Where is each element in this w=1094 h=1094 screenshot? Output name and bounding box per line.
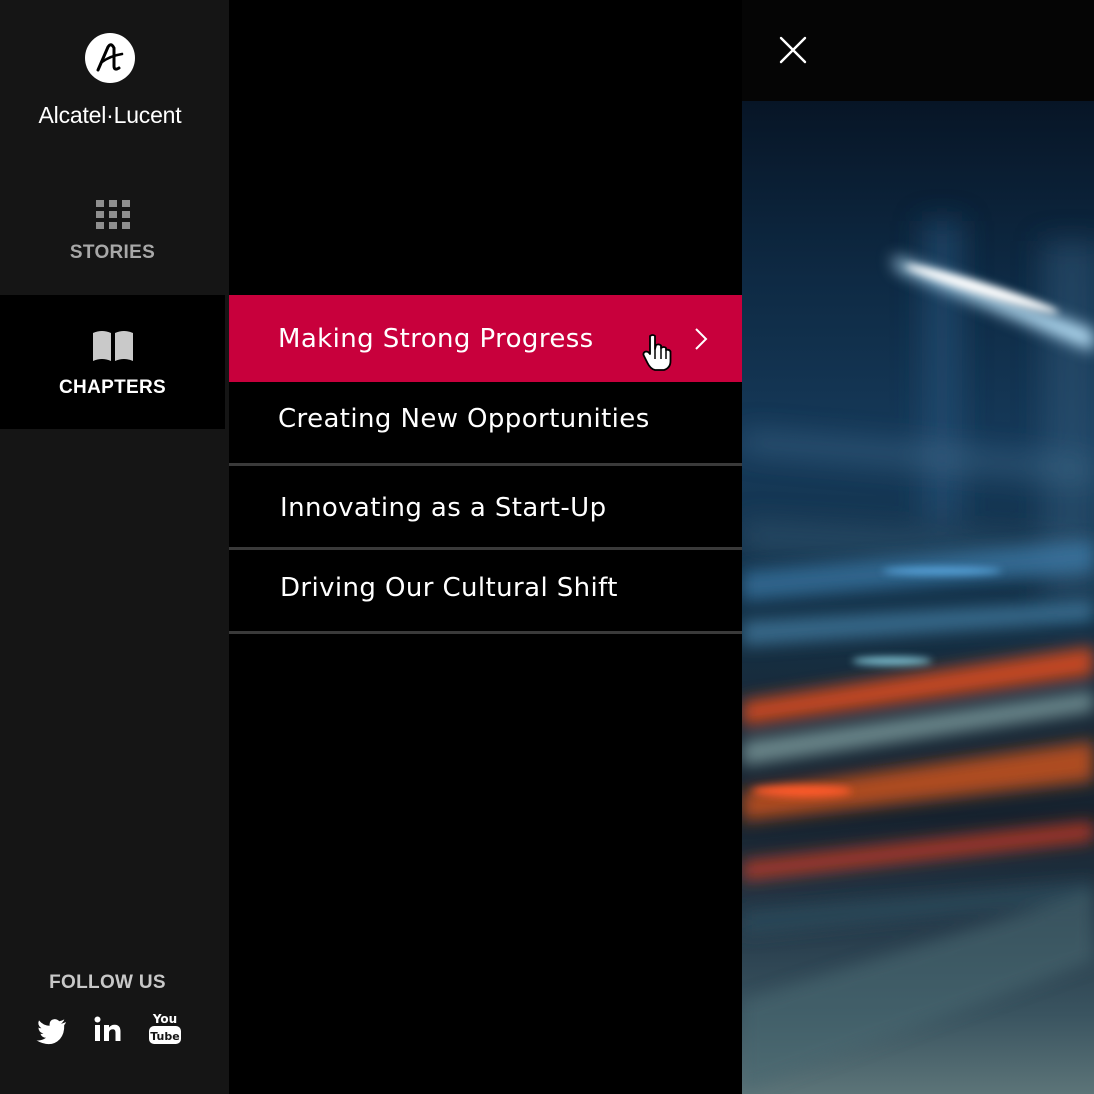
brand-name: Alcatel·Lucent: [38, 102, 182, 128]
nav-chapters[interactable]: CHAPTERS: [0, 295, 225, 429]
alcatel-lucent-logo-icon: [85, 33, 135, 83]
twitter-icon: [36, 1019, 66, 1045]
nav-stories-label: STORIES: [69, 242, 156, 263]
svg-text:Tube: Tube: [150, 1030, 179, 1043]
brand-logo[interactable]: Alcatel·Lucent: [0, 32, 220, 129]
youtube-icon: You Tube: [149, 1012, 181, 1044]
sidebar: Alcatel·Lucent STORIES CHAPTERS FOLLOW U…: [0, 0, 229, 1094]
hand-pointer-cursor-icon: [642, 334, 672, 371]
youtube-link[interactable]: You Tube: [147, 1010, 183, 1050]
open-book-icon: [92, 331, 133, 361]
chapters-menu: Making Strong Progress Creating New Oppo…: [229, 0, 742, 1094]
follow-us-label: FOLLOW US: [49, 972, 166, 993]
nav-chapters-label: CHAPTERS: [59, 377, 166, 398]
linkedin-link[interactable]: [92, 1010, 128, 1050]
linkedin-icon: [94, 1016, 121, 1041]
chapter-making-strong-progress[interactable]: Making Strong Progress: [229, 295, 742, 382]
chapter-creating-new-opportunities[interactable]: Creating New Opportunities: [229, 382, 742, 463]
chapter-label: Driving Our Cultural Shift: [280, 573, 618, 603]
chapter-innovating-as-a-start-up[interactable]: Innovating as a Start-Up: [229, 466, 742, 547]
menu-divider: [229, 631, 742, 634]
chapter-label: Making Strong Progress: [278, 324, 594, 354]
close-icon: [779, 36, 807, 64]
chapter-driving-our-cultural-shift[interactable]: Driving Our Cultural Shift: [229, 550, 742, 631]
light-trails-image: [742, 221, 1094, 1091]
nav-stories[interactable]: STORIES: [0, 160, 225, 294]
grid-icon: [95, 200, 130, 229]
twitter-link[interactable]: [36, 1010, 72, 1050]
svg-text:You: You: [152, 1012, 177, 1026]
chapter-label: Innovating as a Start-Up: [280, 493, 607, 523]
chapter-label: Creating New Opportunities: [278, 404, 650, 434]
chevron-right-icon: [695, 328, 708, 350]
background-photo: [742, 101, 1094, 1094]
close-button[interactable]: [775, 32, 811, 68]
